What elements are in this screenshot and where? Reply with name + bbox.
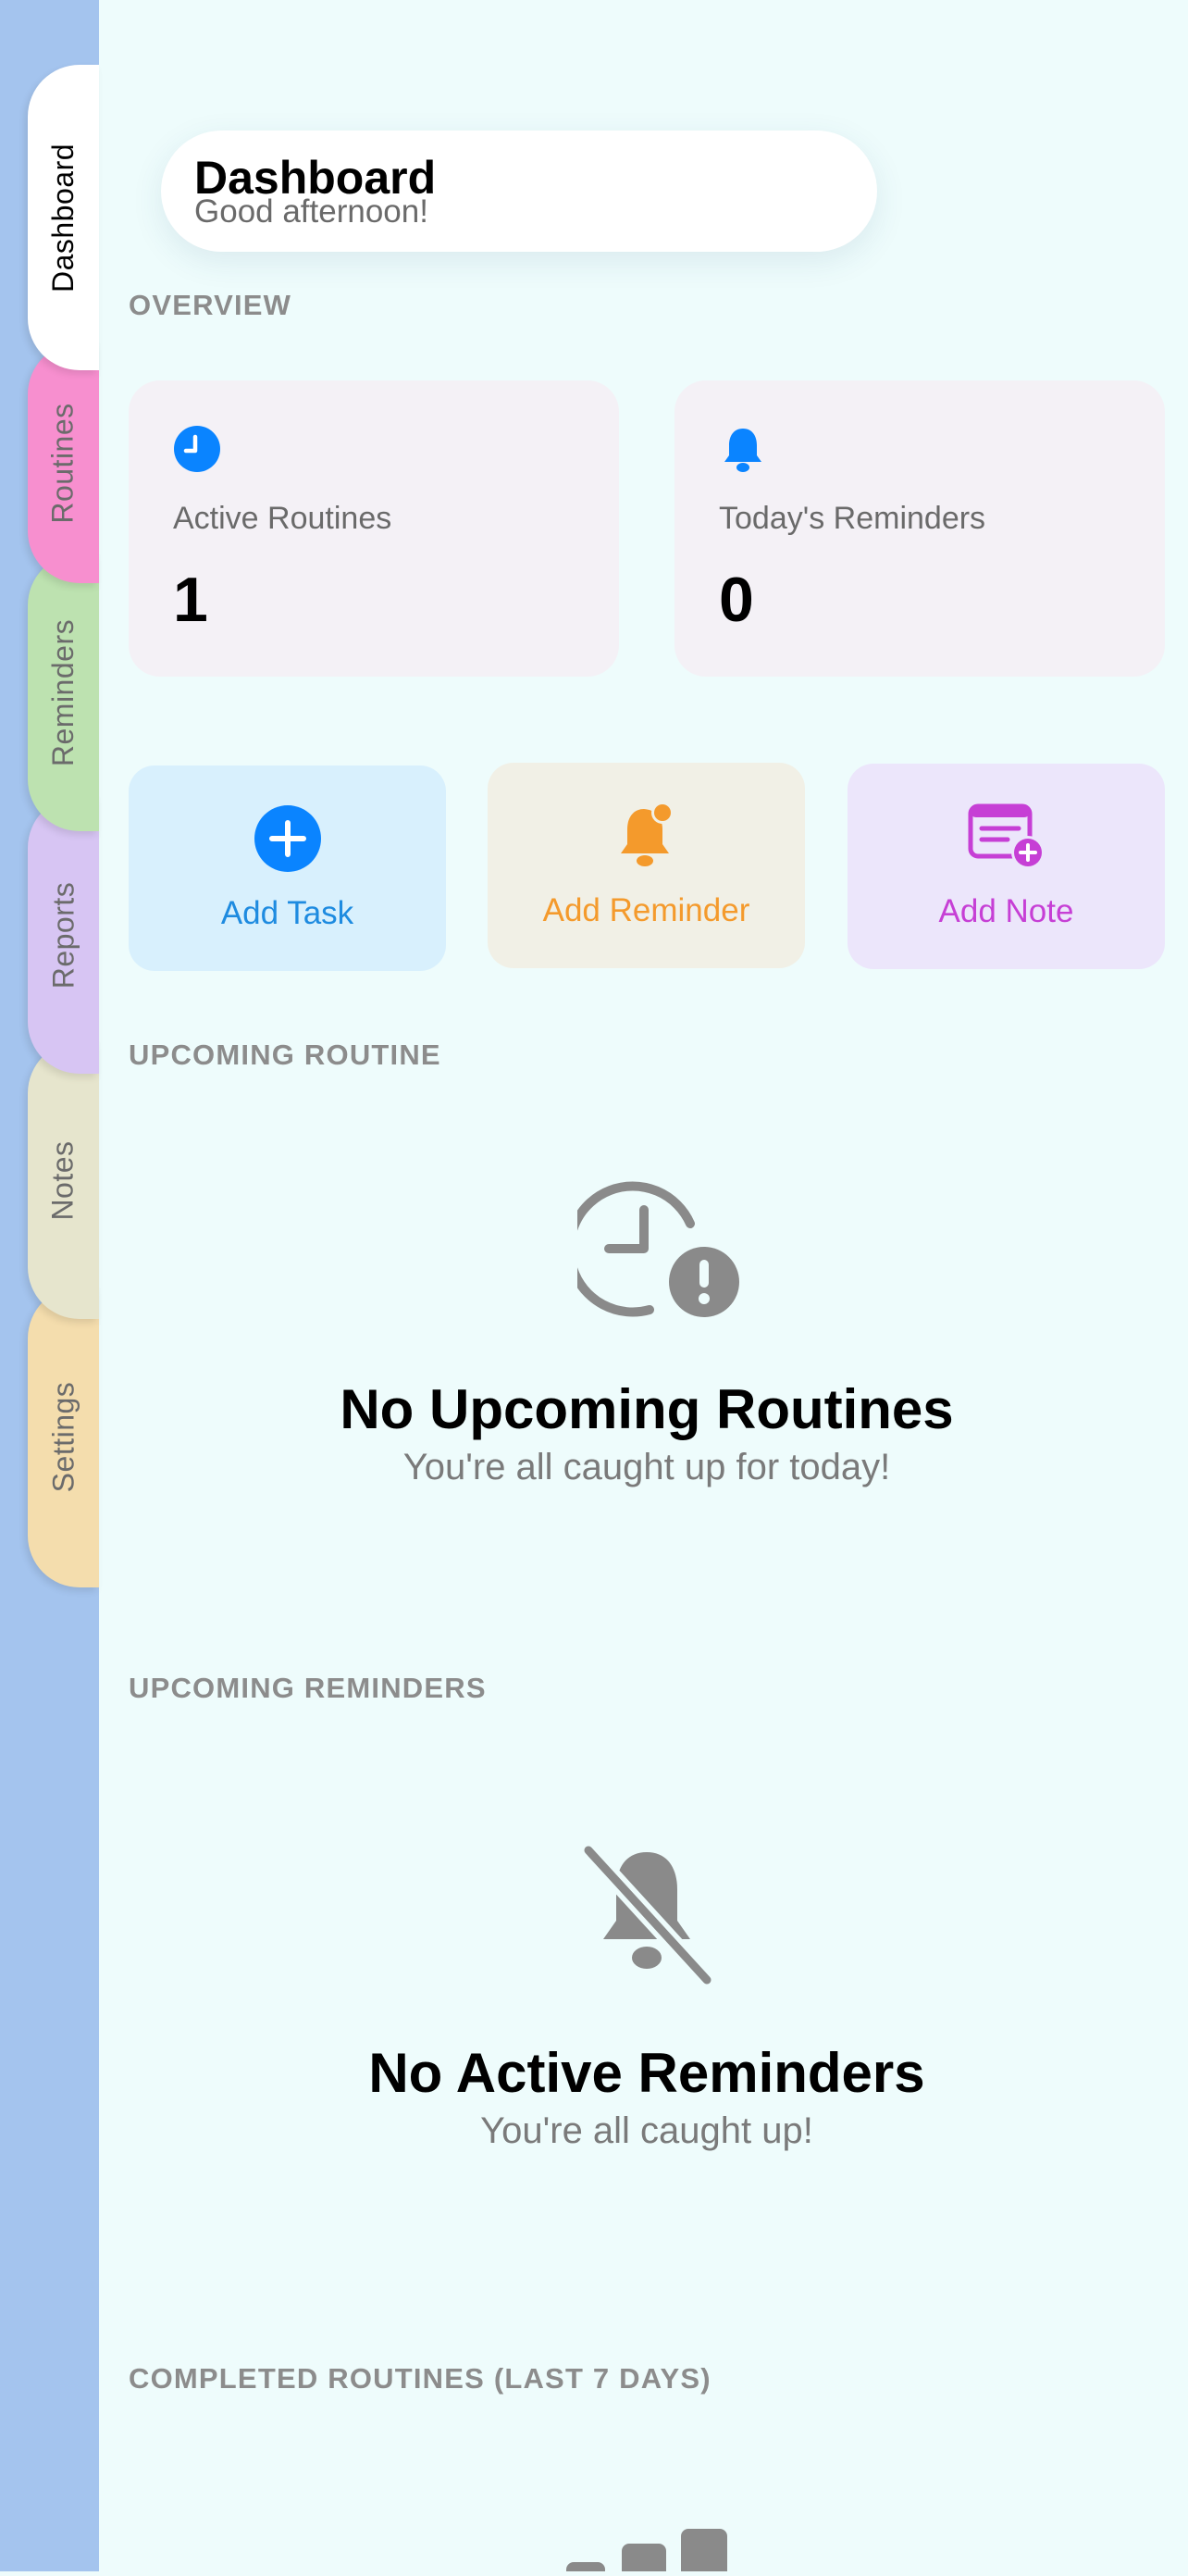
tab-notes[interactable]: Notes: [28, 1041, 99, 1319]
active-routines-label: Active Routines: [173, 501, 392, 536]
bell-badge-icon: [611, 800, 683, 872]
clock-alert-icon: [564, 1180, 740, 1322]
tab-settings[interactable]: Settings: [28, 1287, 99, 1587]
plus-circle-icon: [254, 803, 322, 875]
tab-routines-label: Routines: [46, 402, 80, 524]
overview-section-label: OVERVIEW: [129, 289, 292, 321]
todays-reminders-card[interactable]: Today's Reminders 0: [674, 380, 1165, 677]
no-reminders-title: No Active Reminders: [368, 2042, 925, 2104]
clock-icon: [173, 425, 221, 478]
bell-icon: [719, 425, 767, 478]
todays-reminders-label: Today's Reminders: [719, 501, 986, 536]
no-reminders-subtitle: You're all caught up!: [480, 2110, 813, 2151]
add-note-label: Add Note: [938, 893, 1074, 929]
no-reminders-empty-state: No Active Reminders You're all caught up…: [129, 2041, 1165, 2152]
add-reminder-button[interactable]: Add Reminder: [488, 763, 805, 968]
tab-dashboard-label: Dashboard: [46, 143, 80, 292]
tab-reminders[interactable]: Reminders: [28, 554, 99, 831]
tab-notes-label: Notes: [46, 1139, 80, 1221]
tab-routines[interactable]: Routines: [28, 342, 99, 583]
completed-routines-section-label: COMPLETED ROUTINES (LAST 7 DAYS): [129, 2362, 712, 2395]
header-card: Dashboard Good afternoon!: [161, 131, 877, 252]
no-routines-subtitle: You're all caught up for today!: [402, 1447, 891, 1487]
note-add-icon: [967, 801, 1046, 873]
tab-dashboard[interactable]: Dashboard: [28, 65, 99, 370]
add-note-button[interactable]: Add Note: [848, 764, 1165, 969]
tab-reminders-label: Reminders: [46, 618, 80, 766]
add-reminder-label: Add Reminder: [542, 892, 750, 928]
add-task-button[interactable]: Add Task: [129, 765, 446, 971]
add-task-label: Add Task: [220, 895, 354, 931]
no-routines-title: No Upcoming Routines: [340, 1378, 954, 1440]
upcoming-routine-section-label: UPCOMING ROUTINE: [129, 1039, 441, 1071]
bell-slash-icon: [579, 1841, 716, 1992]
greeting-text: Good afternoon!: [194, 193, 428, 230]
todays-reminders-value: 0: [719, 565, 754, 635]
tab-reports-label: Reports: [46, 881, 80, 989]
no-routines-empty-state: No Upcoming Routines You're all caught u…: [129, 1377, 1165, 1488]
upcoming-reminders-section-label: UPCOMING REMINDERS: [129, 1672, 487, 1704]
bar-chart-icon: [561, 2525, 733, 2576]
tab-reports[interactable]: Reports: [28, 796, 99, 1074]
active-routines-card[interactable]: Active Routines 1: [129, 380, 619, 677]
tab-settings-label: Settings: [46, 1381, 80, 1493]
active-routines-value: 1: [173, 565, 208, 635]
